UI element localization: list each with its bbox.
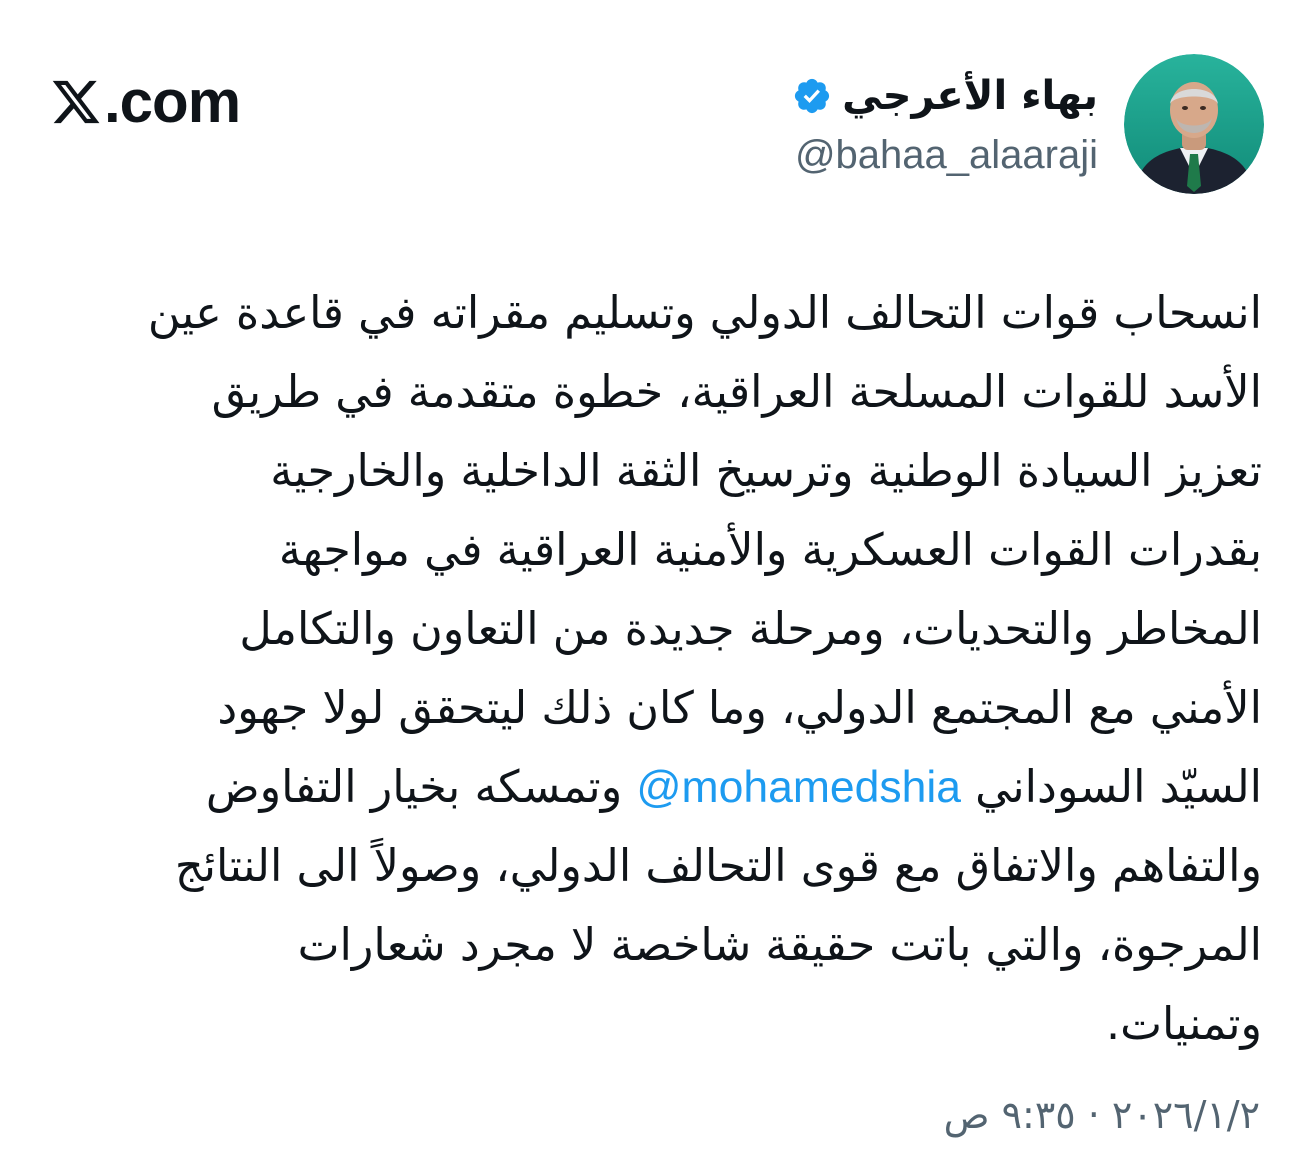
- avatar[interactable]: [1124, 54, 1264, 194]
- author-names: بهاء الأعرجي @bahaa_alaaraji: [792, 67, 1098, 181]
- tweet-line: بقدرات القوات العسكرية والأمنية العراقية…: [278, 525, 1262, 576]
- tweet-text-fragment: السيّد السوداني: [961, 762, 1262, 813]
- author-block: بهاء الأعرجي @bahaa_alaaraji: [792, 54, 1264, 194]
- tweet-line: انسحاب قوات التحالف الدولي وتسليم مقراته…: [147, 288, 1262, 339]
- tweet-line: والتفاهم والاتفاق مع قوى التحالف الدولي،…: [174, 841, 1262, 892]
- mention-link[interactable]: @mohamedshia: [636, 763, 961, 812]
- x-logo-icon: [52, 80, 100, 124]
- tweet-timestamp[interactable]: ٢٠٢٦/١/٢ · ٩:٣٥ ص: [944, 1088, 1260, 1142]
- tweet-card: .com بهاء الأعرجي @bahaa_alaaraji انسحاب…: [0, 0, 1290, 1173]
- tweet-text-fragment: وتمسكه بخيار التفاوض: [205, 762, 637, 813]
- tweet-line: المخاطر والتحديات، ومرحلة جديدة من التعا…: [239, 604, 1262, 655]
- brand-logo[interactable]: .com: [50, 66, 241, 138]
- display-name-row: بهاء الأعرجي: [792, 67, 1098, 125]
- author-display-name[interactable]: بهاء الأعرجي: [842, 67, 1098, 125]
- brand-text: .com: [104, 68, 241, 135]
- tweet-line: المرجوة، والتي باتت حقيقة شاخصة لا مجرد …: [297, 920, 1262, 971]
- tweet-line-with-mention: السيّد السوداني @mohamedshia وتمسكه بخيا…: [30, 748, 1262, 827]
- tweet-text: انسحاب قوات التحالف الدولي وتسليم مقراته…: [30, 274, 1262, 1064]
- tweet-line: الأمني مع المجتمع الدولي، وما كان ذلك لي…: [217, 683, 1262, 734]
- tweet-line: تعزيز السيادة الوطنية وترسيخ الثقة الداخ…: [270, 446, 1262, 497]
- author-handle[interactable]: @bahaa_alaaraji: [795, 129, 1098, 181]
- tweet-line: الأسد للقوات المسلحة العراقية، خطوة متقد…: [211, 367, 1262, 418]
- tweet-line: وتمنيات.: [1105, 999, 1262, 1050]
- verified-badge-icon: [795, 78, 830, 114]
